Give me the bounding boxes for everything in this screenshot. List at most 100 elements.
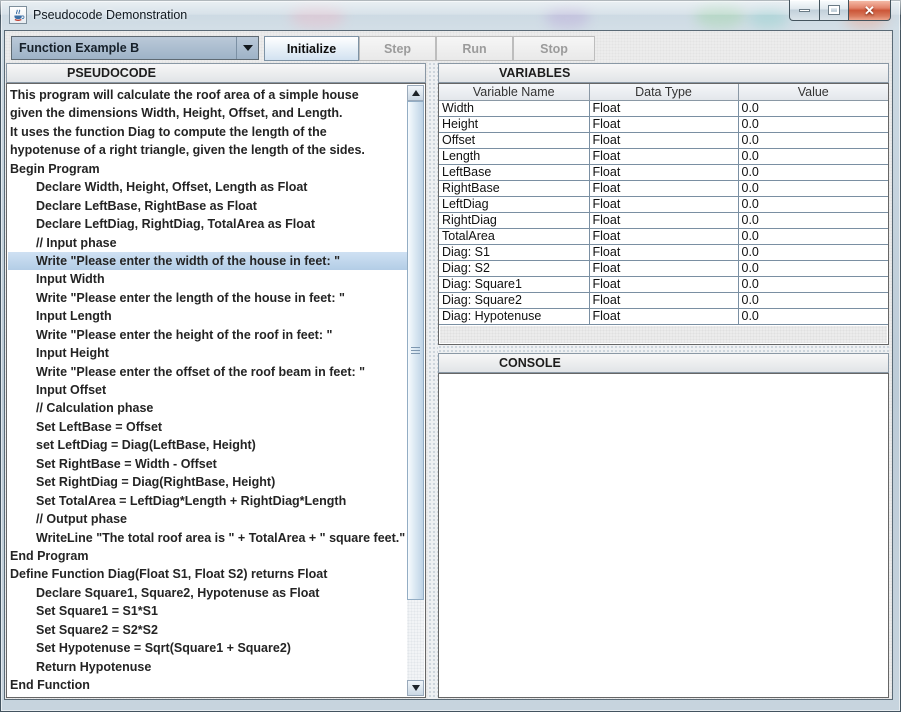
glass-blob <box>695 2 745 30</box>
maximize-button[interactable] <box>820 0 848 21</box>
table-cell: Float <box>589 180 738 196</box>
table-row[interactable]: RightBaseFloat0.0 <box>439 180 888 196</box>
pseudocode-scrollbar <box>407 85 424 696</box>
pseudocode-line[interactable]: Input Height <box>8 344 407 362</box>
table-row[interactable]: Diag: S1Float0.0 <box>439 244 888 260</box>
pseudocode-line[interactable]: Input Offset <box>8 381 407 399</box>
table-empty-area <box>440 326 887 343</box>
glass-blob <box>545 6 590 30</box>
table-cell: 0.0 <box>738 132 888 148</box>
table-cell: 0.0 <box>738 164 888 180</box>
close-button[interactable]: ✕ <box>848 0 891 21</box>
table-cell: 0.0 <box>738 196 888 212</box>
pseudocode-line[interactable]: Input Width <box>8 270 407 288</box>
table-row[interactable]: LengthFloat0.0 <box>439 148 888 164</box>
minimize-button[interactable] <box>789 0 820 21</box>
pseudocode-line[interactable]: // Input phase <box>8 234 407 252</box>
console-output[interactable] <box>438 373 889 698</box>
pseudocode-line[interactable]: // Calculation phase <box>8 399 407 417</box>
pseudocode-line[interactable]: Set Hypotenuse = Sqrt(Square1 + Square2) <box>8 639 407 657</box>
table-cell: Float <box>589 260 738 276</box>
stop-button[interactable]: Stop <box>513 36 595 61</box>
table-row[interactable]: HeightFloat0.0 <box>439 116 888 132</box>
table-cell: 0.0 <box>738 308 888 324</box>
table-cell: Length <box>439 148 589 164</box>
table-cell: Width <box>439 100 589 116</box>
table-row[interactable]: Diag: S2Float0.0 <box>439 260 888 276</box>
variables-scrollpane: Variable Name Data Type Value WidthFloat… <box>438 83 889 345</box>
pseudocode-line[interactable]: Set LeftBase = Offset <box>8 418 407 436</box>
table-cell: Float <box>589 228 738 244</box>
combo-arrow-button[interactable] <box>236 37 258 59</box>
pseudocode-line[interactable]: Write "Please enter the width of the hou… <box>8 252 407 270</box>
pseudocode-line[interactable]: Declare Square1, Square2, Hypotenuse as … <box>8 584 407 602</box>
pseudocode-line[interactable]: Set TotalArea = LeftDiag*Length + RightD… <box>8 492 407 510</box>
toolbar: Function Example B Initialize Step Run S… <box>5 31 892 62</box>
table-cell: 0.0 <box>738 292 888 308</box>
vertical-splitter[interactable] <box>428 62 438 699</box>
table-row[interactable]: OffsetFloat0.0 <box>439 132 888 148</box>
column-header-data-type[interactable]: Data Type <box>589 84 738 100</box>
table-row[interactable]: TotalAreaFloat0.0 <box>439 228 888 244</box>
table-cell: Diag: Square2 <box>439 292 589 308</box>
pseudocode-line[interactable]: Set RightBase = Width - Offset <box>8 455 407 473</box>
scroll-up-button[interactable] <box>407 85 424 101</box>
column-header-value[interactable]: Value <box>738 84 888 100</box>
pseudocode-line[interactable]: Return Hypotenuse <box>8 658 407 676</box>
pseudocode-line[interactable]: End Function <box>8 676 407 694</box>
pseudocode-line[interactable]: This program will calculate the roof are… <box>8 86 407 104</box>
java-app-icon[interactable] <box>9 6 27 24</box>
glass-blob <box>748 8 788 30</box>
pseudocode-line[interactable]: Define Function Diag(Float S1, Float S2)… <box>8 565 407 583</box>
table-row[interactable]: WidthFloat0.0 <box>439 100 888 116</box>
initialize-button[interactable]: Initialize <box>264 36 359 61</box>
pseudocode-line[interactable]: given the dimensions Width, Height, Offs… <box>8 104 407 122</box>
table-cell: Float <box>589 196 738 212</box>
pseudocode-line[interactable]: WriteLine "The total roof area is " + To… <box>8 529 407 547</box>
pseudocode-line[interactable]: Declare Width, Height, Offset, Length as… <box>8 178 407 196</box>
variables-panel: VARIABLES Variable Name Data Type Value <box>438 63 889 345</box>
pseudocode-line[interactable]: set LeftDiag = Diag(LeftBase, Height) <box>8 436 407 454</box>
pseudocode-line[interactable]: Input Length <box>8 307 407 325</box>
pseudocode-line[interactable]: Write "Please enter the length of the ho… <box>8 289 407 307</box>
table-cell: Float <box>589 164 738 180</box>
scroll-down-icon <box>412 685 420 691</box>
pseudocode-line[interactable]: Write "Please enter the offset of the ro… <box>8 363 407 381</box>
horizontal-splitter[interactable] <box>438 345 889 353</box>
pseudocode-list[interactable]: This program will calculate the roof are… <box>8 85 407 696</box>
pseudocode-line[interactable]: Declare LeftDiag, RightDiag, TotalArea a… <box>8 215 407 233</box>
variables-table-body: WidthFloat0.0HeightFloat0.0OffsetFloat0.… <box>439 100 888 324</box>
pseudocode-line[interactable]: Set Square1 = S1*S1 <box>8 602 407 620</box>
table-row[interactable]: RightDiagFloat0.0 <box>439 212 888 228</box>
column-header-variable-name[interactable]: Variable Name <box>439 84 589 100</box>
pseudocode-line[interactable]: Set RightDiag = Diag(RightBase, Height) <box>8 473 407 491</box>
pseudocode-line[interactable]: Set Square2 = S2*S2 <box>8 621 407 639</box>
table-cell: 0.0 <box>738 148 888 164</box>
minimize-icon <box>799 9 810 12</box>
scroll-down-button[interactable] <box>407 680 424 696</box>
table-cell: 0.0 <box>738 244 888 260</box>
table-cell: 0.0 <box>738 180 888 196</box>
table-row[interactable]: Diag: Square1Float0.0 <box>439 276 888 292</box>
table-row[interactable]: Diag: Square2Float0.0 <box>439 292 888 308</box>
table-cell: 0.0 <box>738 276 888 292</box>
pseudocode-line[interactable]: End Program <box>8 547 407 565</box>
scroll-up-icon <box>412 90 420 96</box>
pseudocode-line[interactable]: Declare LeftBase, RightBase as Float <box>8 197 407 215</box>
pseudocode-line[interactable]: Begin Program <box>8 160 407 178</box>
table-row[interactable]: LeftDiagFloat0.0 <box>439 196 888 212</box>
pseudocode-line[interactable]: It uses the function Diag to compute the… <box>8 123 407 141</box>
glass-blob <box>290 4 345 30</box>
table-cell: Float <box>589 244 738 260</box>
table-row[interactable]: Diag: HypotenuseFloat0.0 <box>439 308 888 324</box>
window-title: Pseudocode Demonstration <box>33 8 187 22</box>
run-button[interactable]: Run <box>436 36 513 61</box>
step-button[interactable]: Step <box>359 36 436 61</box>
pseudocode-line[interactable]: hypotenuse of a right triangle, given th… <box>8 141 407 159</box>
table-cell: LeftBase <box>439 164 589 180</box>
pseudocode-line[interactable]: Write "Please enter the height of the ro… <box>8 326 407 344</box>
table-row[interactable]: LeftBaseFloat0.0 <box>439 164 888 180</box>
example-select[interactable]: Function Example B <box>11 36 259 60</box>
pseudocode-line[interactable]: // Output phase <box>8 510 407 528</box>
scrollbar-thumb[interactable] <box>407 101 424 600</box>
